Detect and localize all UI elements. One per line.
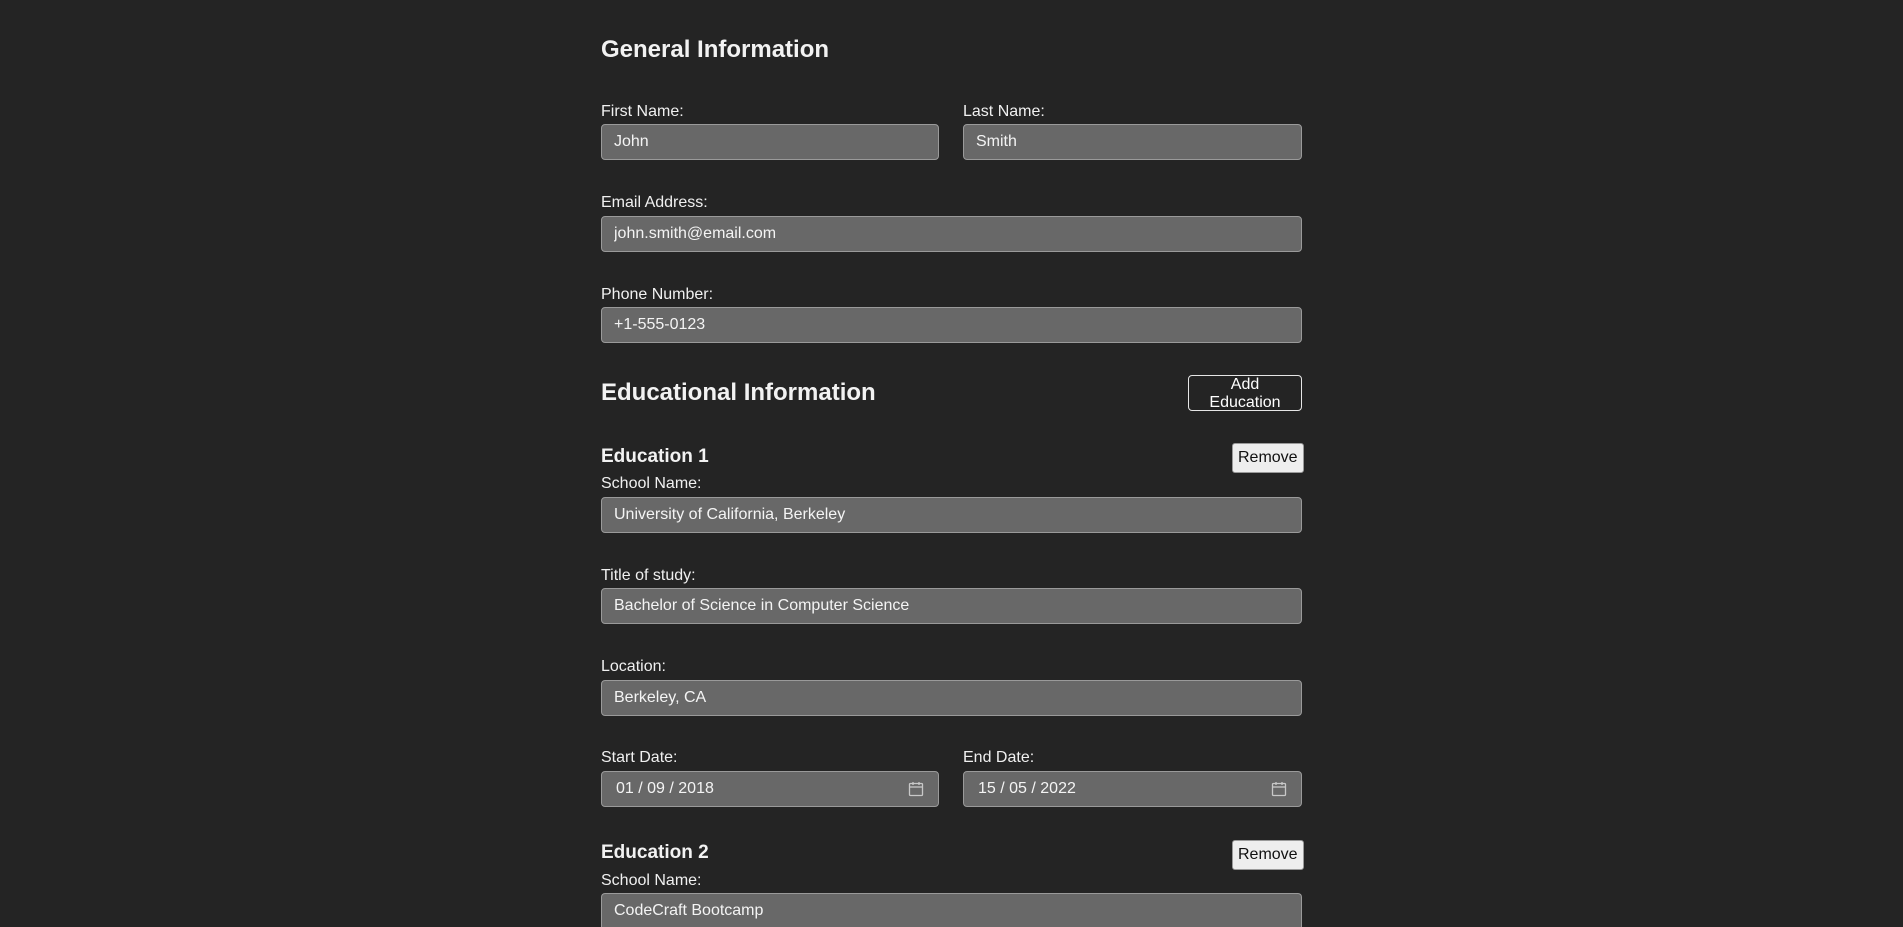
education-2-heading: Education 2 xyxy=(601,842,709,863)
general-information-heading: General Information xyxy=(601,36,830,63)
add-education-button[interactable]: Add Education xyxy=(1188,375,1302,411)
school-name-label-2: School Name: xyxy=(601,872,702,889)
school-name-input[interactable] xyxy=(601,497,1302,533)
educational-information-heading: Educational Information xyxy=(601,379,876,406)
start-date-value: 01 / 09 / 2018 xyxy=(616,780,714,797)
phone-label: Phone Number: xyxy=(601,286,714,303)
title-of-study-label: Title of study: xyxy=(601,567,696,584)
first-name-input[interactable] xyxy=(601,124,939,160)
location-label: Location: xyxy=(601,658,666,675)
remove-education-2-button[interactable]: Remove xyxy=(1232,840,1304,870)
first-name-label: First Name: xyxy=(601,103,684,120)
title-of-study-input[interactable] xyxy=(601,588,1302,624)
start-date-input[interactable]: 01 / 09 / 2018 xyxy=(601,771,939,807)
end-date-label: End Date: xyxy=(963,749,1035,766)
email-input[interactable] xyxy=(601,216,1302,252)
school-name-label: School Name: xyxy=(601,475,702,492)
last-name-label: Last Name: xyxy=(963,103,1045,120)
location-input[interactable] xyxy=(601,680,1302,716)
end-date-input[interactable]: 15 / 05 / 2022 xyxy=(963,771,1302,807)
calendar-icon[interactable] xyxy=(1271,781,1287,797)
calendar-icon[interactable] xyxy=(908,781,924,797)
end-date-value: 15 / 05 / 2022 xyxy=(978,780,1076,797)
start-date-label: Start Date: xyxy=(601,749,678,766)
school-name-input-2[interactable] xyxy=(601,893,1302,927)
education-1-heading: Education 1 xyxy=(601,446,709,467)
email-label: Email Address: xyxy=(601,194,708,211)
phone-input[interactable] xyxy=(601,307,1302,343)
last-name-input[interactable] xyxy=(963,124,1302,160)
remove-education-1-button[interactable]: Remove xyxy=(1232,443,1304,473)
